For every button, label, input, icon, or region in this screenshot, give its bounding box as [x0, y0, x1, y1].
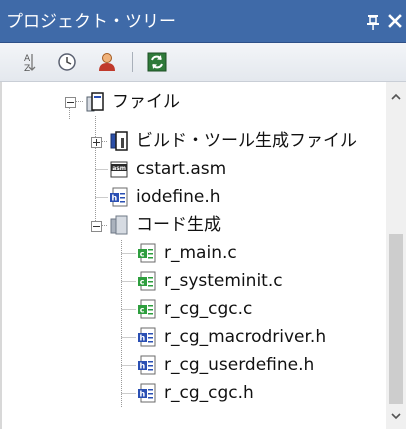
expander-codegen[interactable]: [91, 221, 102, 232]
sort-icon: A Z: [24, 54, 36, 74]
c-file-icon: c: [138, 243, 156, 263]
tree-node-codegen[interactable]: コード生成: [108, 211, 221, 239]
node-label-r-main-c: r_main.c: [164, 243, 237, 263]
header-file-icon: h: [138, 383, 156, 403]
folder-icon: [110, 215, 128, 235]
tree-left-border: [0, 82, 2, 429]
vertical-scrollbar[interactable]: [386, 82, 406, 429]
node-label-build-tool-files: ビルド・ツール生成ファイル: [136, 131, 357, 151]
node-label-r-systeminit-c: r_systeminit.c: [164, 271, 283, 291]
svg-text:c: c: [140, 250, 145, 259]
c-file-icon: c: [138, 299, 156, 319]
node-label-r-cg-cgc-c: r_cg_cgc.c: [164, 299, 253, 319]
scroll-up-button[interactable]: [386, 88, 406, 106]
close-icon: [388, 14, 402, 28]
sort-button[interactable]: A Z: [18, 51, 40, 74]
svg-text:c: c: [140, 306, 145, 315]
tree-node-r-cg-userdefine-h[interactable]: h r_cg_userdefine.h: [136, 351, 314, 379]
expander-files[interactable]: [65, 97, 76, 108]
c-file-icon: c: [138, 271, 156, 291]
node-label-iodefine-h: iodefine.h: [136, 187, 221, 207]
header-file-icon: h: [110, 187, 128, 207]
header-file-icon: h: [138, 327, 156, 347]
svg-text:h: h: [140, 362, 146, 371]
scroll-down-button[interactable]: [386, 407, 406, 425]
build-tool-folder-icon: [110, 131, 128, 151]
asm-file-icon: asm: [110, 161, 128, 178]
node-label-files: ファイル: [112, 92, 180, 112]
node-label-r-cg-macrodriver-h: r_cg_macrodriver.h: [164, 327, 327, 347]
svg-text:c: c: [140, 278, 145, 287]
tree-node-r-cg-cgc-c[interactable]: c r_cg_cgc.c: [136, 295, 252, 323]
tree-node-r-main-c[interactable]: c r_main.c: [136, 239, 237, 267]
svg-text:A: A: [24, 54, 31, 64]
refresh-button[interactable]: [146, 51, 168, 73]
node-label-r-cg-cgc-h: r_cg_cgc.h: [164, 383, 254, 403]
user-button[interactable]: [96, 51, 118, 73]
project-tree: ファイル ビルド・ツール生成ファイル asm cstart.asm h iode…: [0, 82, 386, 429]
project-tree-window: プロジェクト・ツリー A Z ファイル ビルド・ツール生成ファイル asm cs…: [0, 0, 406, 429]
tree-node-files[interactable]: ファイル: [84, 88, 180, 116]
tree-node-cstart-asm[interactable]: asm cstart.asm: [108, 155, 226, 183]
expander-build-tool[interactable]: [91, 137, 102, 148]
node-label-r-cg-userdefine-h: r_cg_userdefine.h: [164, 355, 315, 375]
header-file-icon: h: [138, 355, 156, 375]
person-icon: [99, 53, 115, 71]
tree-node-r-cg-cgc-h[interactable]: h r_cg_cgc.h: [136, 379, 254, 407]
pin-button[interactable]: [364, 10, 382, 32]
history-button[interactable]: [56, 51, 78, 73]
folder-file-icon: [86, 92, 104, 112]
svg-text:h: h: [112, 194, 118, 203]
tree-node-r-cg-macrodriver-h[interactable]: h r_cg_macrodriver.h: [136, 323, 326, 351]
close-button[interactable]: [386, 10, 404, 32]
tree-node-r-systeminit-c[interactable]: c r_systeminit.c: [136, 267, 283, 295]
chevron-up-icon: [391, 93, 401, 100]
tree-node-build-tool-files[interactable]: ビルド・ツール生成ファイル: [108, 127, 357, 155]
panel-title: プロジェクト・ツリー: [6, 12, 176, 32]
node-label-cstart-asm: cstart.asm: [136, 159, 227, 179]
tree-node-iodefine-h[interactable]: h iodefine.h: [108, 183, 221, 211]
svg-text:h: h: [140, 334, 146, 343]
svg-text:asm: asm: [112, 165, 126, 172]
svg-text:Z: Z: [24, 64, 30, 73]
refresh-icon: [147, 52, 167, 72]
scrollbar-thumb[interactable]: [389, 234, 403, 404]
toolbar-separator: [132, 52, 133, 72]
clock-icon: [58, 53, 76, 71]
pin-icon: [367, 15, 379, 30]
svg-text:h: h: [140, 390, 146, 399]
chevron-down-icon: [391, 413, 401, 420]
node-label-codegen: コード生成: [136, 215, 221, 235]
tree-toolbar: A Z: [0, 43, 406, 82]
panel-title-bar: プロジェクト・ツリー: [0, 0, 406, 43]
